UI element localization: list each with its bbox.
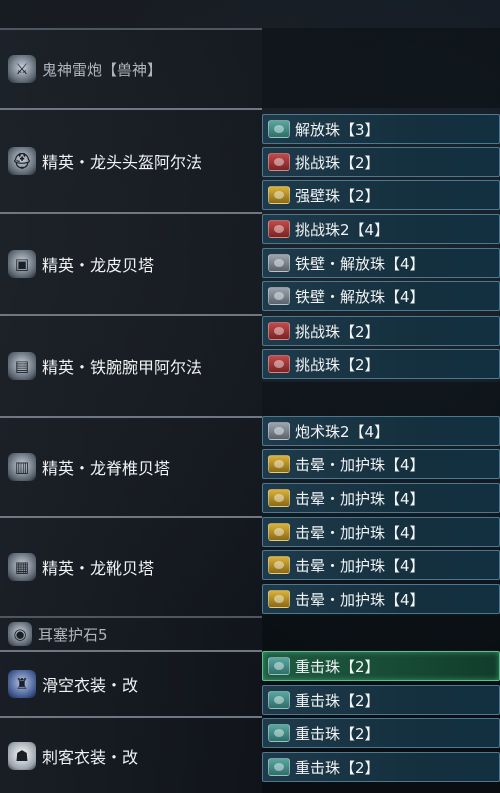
decoration-slot[interactable]: 解放珠【3】 xyxy=(262,114,500,144)
teal-gem-icon xyxy=(268,724,290,742)
teal-gem-icon xyxy=(268,691,290,709)
decoration-label: 击晕・加护珠【4】 xyxy=(295,523,425,542)
decoration-slot[interactable]: 击晕・加护珠【4】 xyxy=(262,517,500,547)
red-gem-icon xyxy=(268,322,290,340)
decoration-label: 击晕・加护珠【4】 xyxy=(295,455,425,474)
decoration-label: 铁壁・解放珠【4】 xyxy=(295,287,425,306)
gray-gem-icon xyxy=(268,422,290,440)
decoration-slot[interactable]: 重击珠【2】 xyxy=(262,752,500,782)
leg-armor-icon: ▦ xyxy=(8,553,36,581)
equipment-row-charm[interactable]: ◉ 耳塞护石5 xyxy=(0,616,500,650)
decoration-label: 重击珠【2】 xyxy=(295,657,380,676)
gold-gem-icon xyxy=(268,523,290,541)
equipment-slot[interactable]: ♜ 滑空衣装・改 xyxy=(0,650,262,716)
gray-gem-icon xyxy=(268,254,290,272)
decoration-slot[interactable]: 强壁珠【2】 xyxy=(262,180,500,210)
equipment-slot[interactable]: ▦ 精英・龙靴贝塔 xyxy=(0,516,262,616)
equipment-slot[interactable]: ▣ 精英・龙皮贝塔 xyxy=(0,212,262,314)
equipment-name: 精英・龙靴贝塔 xyxy=(42,559,155,578)
decoration-label: 挑战珠【2】 xyxy=(295,153,380,172)
gold-gem-icon xyxy=(268,556,290,574)
equipment-name: 刺客衣装・改 xyxy=(42,747,139,767)
equipment-name: 精英・龙脊椎贝塔 xyxy=(42,459,171,478)
decoration-label: 击晕・加护珠【4】 xyxy=(295,590,425,609)
equipment-slot[interactable]: ▤ 精英・铁腕腕甲阿尔法 xyxy=(0,314,262,416)
equipment-row-weapon[interactable]: ⚔ 鬼神雷炮【兽神】 xyxy=(0,28,500,108)
decoration-label: 炮术珠2【4】 xyxy=(295,422,390,441)
decoration-label: 铁壁・解放珠【4】 xyxy=(295,254,425,273)
decoration-slot[interactable]: 重击珠【2】 xyxy=(262,685,500,715)
red-gem-icon xyxy=(268,153,290,171)
decoration-label: 解放珠【3】 xyxy=(295,120,380,139)
decoration-label: 击晕・加护珠【4】 xyxy=(295,489,425,508)
gold-gem-icon xyxy=(268,590,290,608)
decoration-slot[interactable]: 挑战珠【2】 xyxy=(262,316,500,346)
decoration-label: 重击珠【2】 xyxy=(295,724,380,743)
equipment-slot[interactable]: ◉ 耳塞护石5 xyxy=(0,616,262,650)
arm-armor-icon: ▤ xyxy=(8,352,36,380)
equipment-row-head[interactable]: ⛑ 精英・龙头头盔阿尔法 解放珠【3】 挑战珠【2】 强壁珠【2】 xyxy=(0,108,500,212)
equipment-slot[interactable]: ⚔ 鬼神雷炮【兽神】 xyxy=(0,28,262,108)
empty-deco-area xyxy=(262,616,500,650)
teal-gem-icon xyxy=(268,758,290,776)
glider-mantle-icon: ♜ xyxy=(8,670,36,698)
decoration-slot[interactable]: 重击珠【2】 xyxy=(262,718,500,748)
decoration-label: 挑战珠【2】 xyxy=(295,322,380,341)
decoration-slot-selected[interactable]: 重击珠【2】 xyxy=(262,651,500,681)
teal-gem-icon xyxy=(268,120,290,138)
weapon-icon: ⚔ xyxy=(8,55,36,83)
chest-armor-icon: ▣ xyxy=(8,250,36,278)
gold-gem-icon xyxy=(268,489,290,507)
decoration-label: 挑战珠【2】 xyxy=(295,355,380,374)
decoration-slot[interactable]: 挑战珠【2】 xyxy=(262,147,500,177)
waist-armor-icon: ▥ xyxy=(8,453,36,481)
red-gem-icon xyxy=(268,220,290,238)
decoration-slot[interactable]: 铁壁・解放珠【4】 xyxy=(262,281,500,311)
empty-deco-area xyxy=(262,28,500,108)
decoration-label: 击晕・加护珠【4】 xyxy=(295,556,425,575)
equipment-slot[interactable]: ⛑ 精英・龙头头盔阿尔法 xyxy=(0,108,262,212)
gold-gem-icon xyxy=(268,186,290,204)
assassin-hood-icon: ☗ xyxy=(8,741,36,770)
gold-gem-icon xyxy=(268,455,290,473)
decoration-label: 挑战珠2【4】 xyxy=(295,220,390,239)
equipment-slot[interactable]: ☗ 刺客衣装・改 xyxy=(0,716,262,793)
decoration-label: 重击珠【2】 xyxy=(295,691,380,710)
gray-gem-icon xyxy=(268,287,290,305)
decoration-slot[interactable]: 击晕・加护珠【4】 xyxy=(262,550,500,580)
equipment-row-mantle-2[interactable]: ☗ 刺客衣装・改 重击珠【2】 重击珠【2】 xyxy=(0,716,500,793)
decoration-slot[interactable]: 挑战珠2【4】 xyxy=(262,214,500,244)
charm-icon: ◉ xyxy=(8,622,32,646)
empty-deco-area xyxy=(262,382,500,416)
equipment-name: 精英・龙皮贝塔 xyxy=(42,256,155,275)
decoration-slot[interactable]: 铁壁・解放珠【4】 xyxy=(262,248,500,278)
red-gem-icon xyxy=(268,355,290,373)
equipment-name: 滑空衣装・改 xyxy=(42,676,139,695)
equipment-name: 精英・龙头头盔阿尔法 xyxy=(42,153,203,172)
decoration-slot[interactable]: 炮术珠2【4】 xyxy=(262,416,500,446)
equipment-name: 鬼神雷炮【兽神】 xyxy=(42,60,163,79)
equipment-slot[interactable]: ▥ 精英・龙脊椎贝塔 xyxy=(0,416,262,516)
teal-gem-icon xyxy=(268,657,290,675)
decoration-slot[interactable]: 击晕・加护珠【4】 xyxy=(262,584,500,614)
equipment-row-arms[interactable]: ▤ 精英・铁腕腕甲阿尔法 挑战珠【2】 挑战珠【2】 xyxy=(0,314,500,416)
equipment-name: 精英・铁腕腕甲阿尔法 xyxy=(42,358,203,377)
decoration-slot[interactable]: 击晕・加护珠【4】 xyxy=(262,449,500,479)
equipment-row-chest[interactable]: ▣ 精英・龙皮贝塔 挑战珠2【4】 铁壁・解放珠【4】 铁壁・解放珠【4】 xyxy=(0,212,500,314)
equipment-row-mantle-1[interactable]: ♜ 滑空衣装・改 重击珠【2】 重击珠【2】 xyxy=(0,650,500,716)
decoration-label: 重击珠【2】 xyxy=(295,758,380,777)
decoration-label: 强壁珠【2】 xyxy=(295,186,380,205)
equipment-row-waist[interactable]: ▥ 精英・龙脊椎贝塔 炮术珠2【4】 击晕・加护珠【4】 击晕・加护珠【4】 xyxy=(0,416,500,516)
equipment-panel: ⚔ 鬼神雷炮【兽神】 ⛑ 精英・龙头头盔阿尔法 解放珠【3】 挑战珠【2】 强壁… xyxy=(0,0,500,793)
decoration-slot[interactable]: 挑战珠【2】 xyxy=(262,349,500,379)
helmet-icon: ⛑ xyxy=(8,147,36,175)
equipment-row-legs[interactable]: ▦ 精英・龙靴贝塔 击晕・加护珠【4】 击晕・加护珠【4】 击晕・加护珠【4】 xyxy=(0,516,500,616)
equipment-name: 耳塞护石5 xyxy=(38,625,108,644)
decoration-slot[interactable]: 击晕・加护珠【4】 xyxy=(262,483,500,513)
